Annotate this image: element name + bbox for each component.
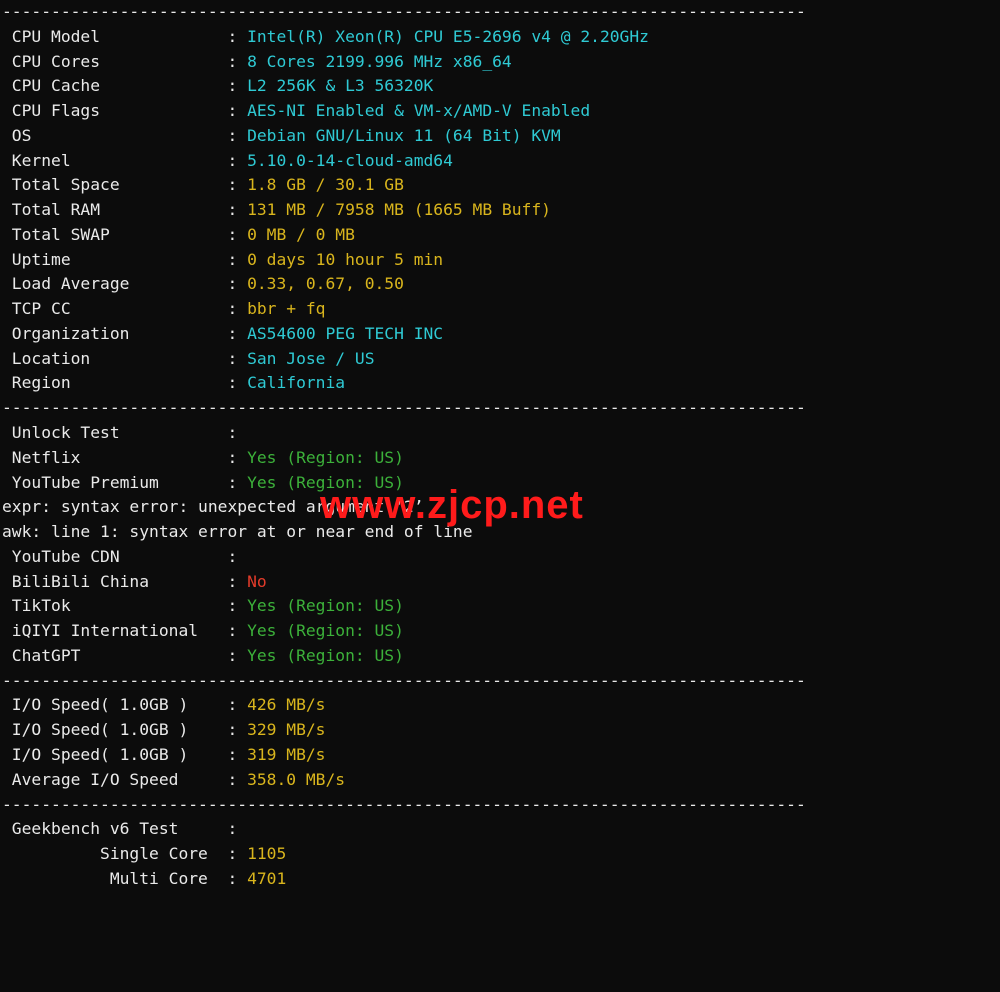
- row-label: CPU Model :: [2, 27, 247, 46]
- row-value: 0 MB / 0 MB: [247, 225, 355, 244]
- row-value: 426 MB/s: [247, 695, 325, 714]
- row-label: YouTube CDN :: [2, 547, 247, 566]
- row-label: CPU Cores :: [2, 52, 247, 71]
- row-value: Yes (Region: US): [247, 621, 404, 640]
- info-row: I/O Speed( 1.0GB ) : 319 MB/s: [2, 743, 998, 768]
- row-label: OS :: [2, 126, 247, 145]
- info-row: Single Core : 1105: [2, 842, 998, 867]
- row-label: I/O Speed( 1.0GB ) :: [2, 695, 247, 714]
- divider-line: ----------------------------------------…: [2, 793, 998, 818]
- info-row: BiliBili China : No: [2, 570, 998, 595]
- divider-line: ----------------------------------------…: [2, 669, 998, 694]
- row-label: I/O Speed( 1.0GB ) :: [2, 720, 247, 739]
- row-value: Debian GNU/Linux 11 (64 Bit) KVM: [247, 126, 561, 145]
- row-label: ChatGPT :: [2, 646, 247, 665]
- row-label: Multi Core :: [2, 869, 247, 888]
- row-label: Load Average :: [2, 274, 247, 293]
- info-row: Netflix : Yes (Region: US): [2, 446, 998, 471]
- row-label: I/O Speed( 1.0GB ) :: [2, 745, 247, 764]
- row-label: Netflix :: [2, 448, 247, 467]
- row-value: 0.33, 0.67, 0.50: [247, 274, 404, 293]
- row-label: Unlock Test :: [2, 423, 247, 442]
- row-label: Total RAM :: [2, 200, 247, 219]
- row-value: California: [247, 373, 345, 392]
- info-row: CPU Cores : 8 Cores 2199.996 MHz x86_64: [2, 50, 998, 75]
- row-value: 4701: [247, 869, 286, 888]
- row-value: bbr + fq: [247, 299, 325, 318]
- info-row: CPU Cache : L2 256K & L3 56320K: [2, 74, 998, 99]
- row-value: Intel(R) Xeon(R) CPU E5-2696 v4 @ 2.20GH…: [247, 27, 649, 46]
- info-row: Geekbench v6 Test :: [2, 817, 998, 842]
- info-row: Multi Core : 4701: [2, 867, 998, 892]
- row-value: Yes (Region: US): [247, 596, 404, 615]
- row-value: 319 MB/s: [247, 745, 325, 764]
- row-value: 131 MB / 7958 MB (1665 MB Buff): [247, 200, 551, 219]
- row-label: Uptime :: [2, 250, 247, 269]
- info-row: Total SWAP : 0 MB / 0 MB: [2, 223, 998, 248]
- info-row: Total RAM : 131 MB / 7958 MB (1665 MB Bu…: [2, 198, 998, 223]
- info-row: OS : Debian GNU/Linux 11 (64 Bit) KVM: [2, 124, 998, 149]
- row-value: AS54600 PEG TECH INC: [247, 324, 443, 343]
- info-row: iQIYI International : Yes (Region: US): [2, 619, 998, 644]
- info-row: CPU Model : Intel(R) Xeon(R) CPU E5-2696…: [2, 25, 998, 50]
- row-label: Location :: [2, 349, 247, 368]
- info-row: Organization : AS54600 PEG TECH INC: [2, 322, 998, 347]
- row-label: Single Core :: [2, 844, 247, 863]
- row-value: 8 Cores 2199.996 MHz x86_64: [247, 52, 512, 71]
- row-label: Kernel :: [2, 151, 247, 170]
- terminal-output: ----------------------------------------…: [0, 0, 1000, 898]
- row-value: L2 256K & L3 56320K: [247, 76, 433, 95]
- info-row: Total Space : 1.8 GB / 30.1 GB: [2, 173, 998, 198]
- info-row: Load Average : 0.33, 0.67, 0.50: [2, 272, 998, 297]
- divider-line: ----------------------------------------…: [2, 396, 998, 421]
- row-label: Average I/O Speed :: [2, 770, 247, 789]
- info-row: YouTube Premium : Yes (Region: US): [2, 471, 998, 496]
- row-value: 1105: [247, 844, 286, 863]
- row-label: BiliBili China :: [2, 572, 247, 591]
- row-label: iQIYI International :: [2, 621, 247, 640]
- row-value: 329 MB/s: [247, 720, 325, 739]
- row-value: 5.10.0-14-cloud-amd64: [247, 151, 453, 170]
- row-label: TikTok :: [2, 596, 247, 615]
- row-value: Yes (Region: US): [247, 448, 404, 467]
- info-row: Uptime : 0 days 10 hour 5 min: [2, 248, 998, 273]
- row-label: CPU Flags :: [2, 101, 247, 120]
- row-label: Organization :: [2, 324, 247, 343]
- row-label: Region :: [2, 373, 247, 392]
- divider-line: ----------------------------------------…: [2, 0, 998, 25]
- row-value: 358.0 MB/s: [247, 770, 345, 789]
- row-label: Geekbench v6 Test :: [2, 819, 247, 838]
- row-label: Total Space :: [2, 175, 247, 194]
- row-label: YouTube Premium :: [2, 473, 247, 492]
- info-row: YouTube CDN :: [2, 545, 998, 570]
- row-value: AES-NI Enabled & VM-x/AMD-V Enabled: [247, 101, 590, 120]
- info-row: I/O Speed( 1.0GB ) : 426 MB/s: [2, 693, 998, 718]
- row-value: 1.8 GB / 30.1 GB: [247, 175, 404, 194]
- error-line: awk: line 1: syntax error at or near end…: [2, 520, 998, 545]
- error-line: expr: syntax error: unexpected argument …: [2, 495, 998, 520]
- row-value: Yes (Region: US): [247, 646, 404, 665]
- info-row: Region : California: [2, 371, 998, 396]
- row-value: San Jose / US: [247, 349, 374, 368]
- info-row: I/O Speed( 1.0GB ) : 329 MB/s: [2, 718, 998, 743]
- row-value: 0 days 10 hour 5 min: [247, 250, 443, 269]
- info-row: CPU Flags : AES-NI Enabled & VM-x/AMD-V …: [2, 99, 998, 124]
- info-row: Location : San Jose / US: [2, 347, 998, 372]
- info-row: Average I/O Speed : 358.0 MB/s: [2, 768, 998, 793]
- info-row: Kernel : 5.10.0-14-cloud-amd64: [2, 149, 998, 174]
- row-label: TCP CC :: [2, 299, 247, 318]
- row-label: Total SWAP :: [2, 225, 247, 244]
- info-row: TCP CC : bbr + fq: [2, 297, 998, 322]
- info-row: TikTok : Yes (Region: US): [2, 594, 998, 619]
- info-row: ChatGPT : Yes (Region: US): [2, 644, 998, 669]
- row-label: CPU Cache :: [2, 76, 247, 95]
- row-value: No: [247, 572, 267, 591]
- row-value: Yes (Region: US): [247, 473, 404, 492]
- info-row: Unlock Test :: [2, 421, 998, 446]
